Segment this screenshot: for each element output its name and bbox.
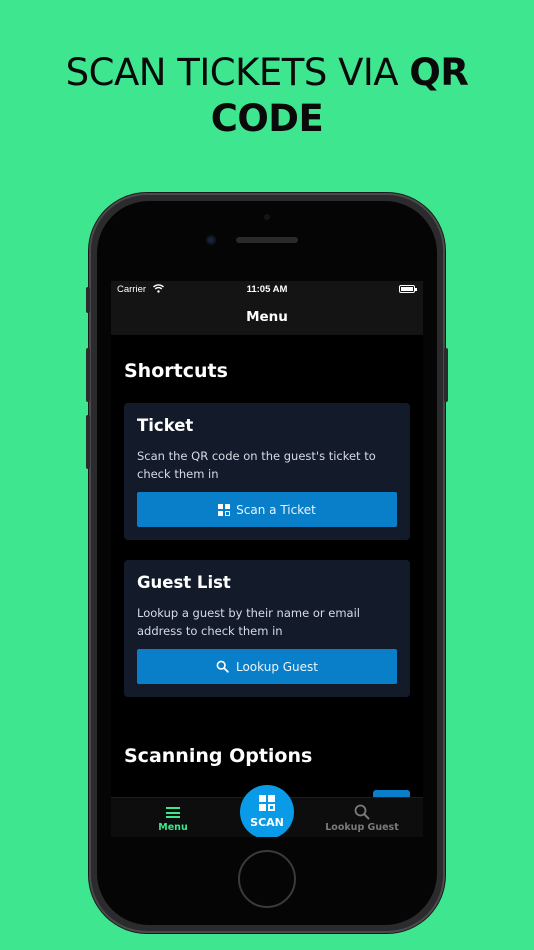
nav-title: Menu xyxy=(111,299,423,335)
scan-ticket-label: Scan a Ticket xyxy=(236,502,316,517)
ticket-card: Ticket Scan the QR code on the guest's t… xyxy=(124,403,410,540)
guest-list-card-title: Guest List xyxy=(137,573,231,592)
guest-list-card: Guest List Lookup a guest by their name … xyxy=(124,560,410,697)
qr-code-icon xyxy=(218,503,231,516)
status-time: 11:05 AM xyxy=(246,284,288,295)
tab-lookup-label: Lookup Guest xyxy=(325,822,399,833)
scan-fab-button[interactable]: SCAN xyxy=(240,785,294,837)
headline-bold-code: CODE xyxy=(210,97,324,140)
tab-lookup-guest[interactable]: Lookup Guest xyxy=(319,804,405,833)
search-icon xyxy=(319,804,405,821)
proximity-sensor xyxy=(264,214,270,220)
volume-up-button xyxy=(86,348,90,402)
qr-code-icon xyxy=(259,795,275,811)
scan-ticket-button[interactable]: Scan a Ticket xyxy=(137,492,397,527)
mute-switch xyxy=(86,287,90,313)
app-screen: Carrier 11:05 AM Menu Shortcuts Ticket S… xyxy=(111,281,423,837)
home-button[interactable] xyxy=(238,850,296,908)
scanning-options-heading: Scanning Options xyxy=(124,745,313,767)
lookup-guest-label: Lookup Guest xyxy=(235,659,319,674)
ticket-card-description: Scan the QR code on the guest's ticket t… xyxy=(137,449,376,481)
lookup-guest-button[interactable]: Lookup Guest xyxy=(137,649,397,684)
tab-menu[interactable]: Menu xyxy=(149,804,197,833)
front-camera xyxy=(206,235,216,245)
guest-list-card-description: Lookup a guest by their name or email ad… xyxy=(137,606,360,638)
search-icon xyxy=(216,660,230,674)
headline-light-text: SCAN TICKETS VIA xyxy=(65,51,410,94)
battery-icon xyxy=(399,285,417,293)
tab-menu-label: Menu xyxy=(158,822,188,833)
ticket-card-title: Ticket xyxy=(137,416,194,435)
shortcuts-heading: Shortcuts xyxy=(124,360,228,382)
scan-fab-label: SCAN xyxy=(250,816,284,829)
status-bar: Carrier 11:05 AM xyxy=(111,281,423,299)
marketing-headline: SCAN TICKETS VIA QR CODE xyxy=(0,50,534,142)
power-button xyxy=(444,348,448,402)
volume-down-button xyxy=(86,415,90,469)
headline-bold-qr: QR xyxy=(409,51,469,94)
hamburger-icon xyxy=(166,807,180,818)
earpiece-speaker xyxy=(236,237,298,243)
